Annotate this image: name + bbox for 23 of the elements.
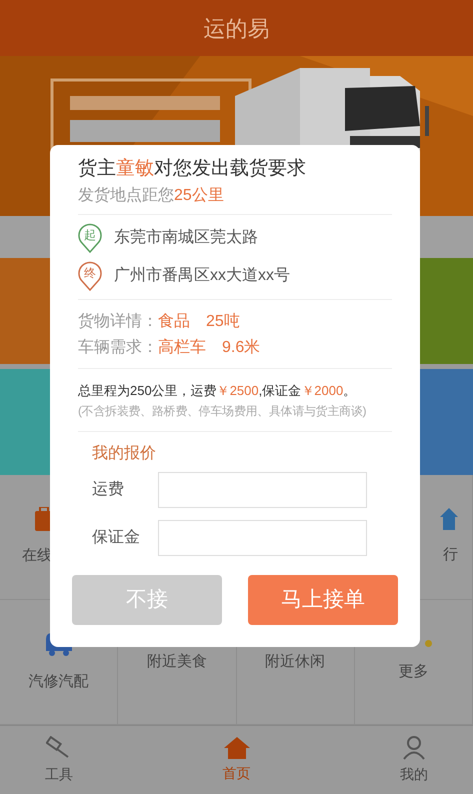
quote-title: 我的报价	[92, 444, 157, 464]
service-label: 附近美食	[146, 652, 207, 672]
address-text: 广州市番禺区xx大道xx号	[114, 266, 290, 286]
service-label: 附近休闲	[265, 652, 326, 672]
service-label: 更多	[398, 662, 428, 682]
detail-value: 食品	[158, 312, 190, 332]
detail-label: 车辆需求：	[78, 338, 158, 358]
summary-text: 总里程为250公里，运费￥2500,保证金￥2000。	[78, 382, 358, 400]
note-text: (不含拆装费、路桥费、停车场费用、具体请与货主商谈)	[78, 403, 368, 420]
address-text: 东莞市南城区莞太路	[114, 228, 258, 248]
distance-text: 发货地点距您25公里	[78, 186, 225, 206]
detail-value: 高栏车	[158, 338, 206, 358]
field-label: 运费	[92, 480, 125, 500]
dialog-title: 货主童敏对您发出载货要求	[78, 157, 307, 181]
location-pin-icon: 终	[78, 261, 102, 291]
service-label: 行	[443, 544, 458, 565]
field-label: 保证金	[92, 528, 141, 548]
detail-label: 货物详情：	[78, 312, 158, 332]
service-label: 汽修汽配	[28, 672, 89, 692]
detail-value: 25吨	[206, 312, 240, 332]
detail-value: 9.6米	[222, 338, 260, 358]
app-title: 运的易	[204, 14, 270, 42]
location-pin-icon: 起	[78, 223, 102, 253]
